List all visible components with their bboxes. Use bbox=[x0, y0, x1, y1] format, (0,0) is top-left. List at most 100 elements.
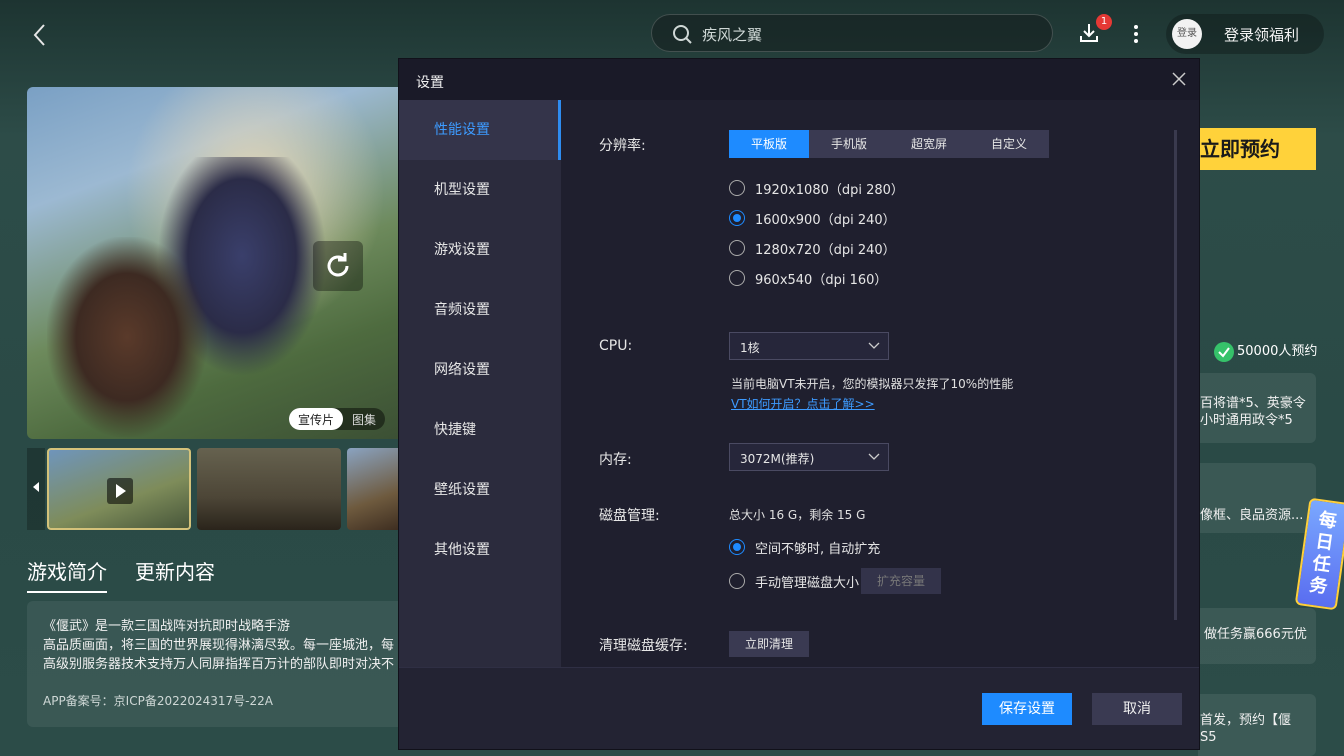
cpu-label: CPU: bbox=[599, 338, 633, 354]
chevron-left-icon bbox=[33, 24, 45, 46]
hero-warrior-figure bbox=[47, 237, 207, 437]
cpu-select-value: 1核 bbox=[740, 341, 760, 355]
reward-card[interactable]: 百将谱*5、英豪令 小时通用政令*5 bbox=[1198, 373, 1316, 443]
disk-option-manual[interactable]: 手动管理磁盘大小 bbox=[729, 572, 860, 591]
radio-button[interactable] bbox=[729, 180, 745, 196]
right-column: 立即预约 50000人预约 百将谱*5、英豪令 小时通用政令*5 像框、良品资源… bbox=[1198, 0, 1344, 756]
settings-content: 分辨率: 平板版 手机版 超宽屏 自定义 1920x1080（dpi 280） … bbox=[561, 100, 1199, 667]
reserve-button[interactable]: 立即预约 bbox=[1198, 128, 1316, 170]
settings-sidebar: 性能设置 机型设置 游戏设置 音频设置 网络设置 快捷键 壁纸设置 其他设置 bbox=[399, 100, 561, 667]
sidebar-item-network[interactable]: 网络设置 bbox=[399, 340, 561, 400]
vt-help-link[interactable]: VT如何开启？点击了解>> bbox=[731, 395, 875, 412]
hero-tab-gallery[interactable]: 图集 bbox=[343, 408, 385, 430]
reward-card[interactable]: 做任务赢666元优 bbox=[1198, 608, 1316, 664]
replay-button[interactable] bbox=[313, 241, 363, 291]
icp-record: APP备案号：京ICP备2022024317号-22A bbox=[43, 694, 273, 708]
download-count-badge: 1 bbox=[1096, 14, 1112, 30]
reserve-count-text: 50000人预约 bbox=[1237, 344, 1318, 359]
tab-custom[interactable]: 自定义 bbox=[969, 130, 1049, 158]
caret-left-icon bbox=[33, 482, 39, 492]
intro-line: 高级别服务器技术支持万人同屏指挥百万计的部队即时对决不 bbox=[43, 657, 395, 672]
sidebar-item-device-model[interactable]: 机型设置 bbox=[399, 160, 561, 220]
intro-tabs: 游戏简介 更新内容 bbox=[27, 556, 215, 593]
disk-option-auto-label: 空间不够时, 自动扩充 bbox=[755, 541, 881, 557]
back-button[interactable] bbox=[26, 20, 56, 50]
reward-card-text: 首发，预约【偃 S5 bbox=[1200, 713, 1292, 745]
memory-select[interactable]: 3072M(推荐) bbox=[729, 443, 889, 471]
sidebar-item-wallpaper[interactable]: 壁纸设置 bbox=[399, 460, 561, 520]
cpu-select[interactable]: 1核 bbox=[729, 332, 889, 360]
tab-update-content[interactable]: 更新内容 bbox=[135, 556, 215, 593]
resolution-option-label: 960x540（dpi 160） bbox=[755, 272, 888, 288]
reward-card-text: 做任务赢666元优 bbox=[1204, 627, 1307, 642]
disk-option-auto[interactable]: 空间不够时, 自动扩充 bbox=[729, 538, 881, 557]
modal-footer: 保存设置 取消 bbox=[399, 667, 1199, 749]
reserve-count: 50000人预约 bbox=[1198, 340, 1317, 362]
resolution-mode-tabs: 平板版 手机版 超宽屏 自定义 bbox=[729, 130, 1049, 158]
cancel-button[interactable]: 取消 bbox=[1092, 693, 1182, 725]
close-button[interactable] bbox=[1167, 67, 1191, 91]
radio-button[interactable] bbox=[729, 573, 745, 589]
chevron-down-icon bbox=[868, 453, 880, 460]
resolution-option[interactable]: 1920x1080（dpi 280） bbox=[729, 179, 904, 198]
more-icon[interactable] bbox=[1128, 22, 1144, 46]
check-icon bbox=[1214, 341, 1234, 362]
memory-select-value: 3072M(推荐) bbox=[740, 452, 815, 466]
resolution-option-label: 1920x1080（dpi 280） bbox=[755, 182, 904, 198]
reward-card-text: 像框、良品资源... bbox=[1200, 508, 1304, 523]
thumbnail-video[interactable] bbox=[47, 448, 191, 530]
disk-info: 总大小 16 G，剩余 15 G bbox=[729, 508, 866, 522]
search-bar[interactable]: 疾风之翼 bbox=[651, 14, 1053, 52]
modal-header: 设置 bbox=[399, 59, 1199, 100]
tab-ultrawide[interactable]: 超宽屏 bbox=[889, 130, 969, 158]
reward-card[interactable]: 首发，预约【偃 S5 bbox=[1198, 694, 1316, 756]
tab-tablet[interactable]: 平板版 bbox=[729, 130, 809, 158]
memory-label: 内存: bbox=[599, 452, 632, 468]
hero-media[interactable]: 宣传片 图集 bbox=[27, 87, 407, 439]
resolution-option-label: 1280x720（dpi 240） bbox=[755, 242, 896, 258]
resolution-label: 分辨率: bbox=[599, 138, 646, 154]
sidebar-item-audio[interactable]: 音频设置 bbox=[399, 280, 561, 340]
replay-icon bbox=[327, 253, 349, 277]
intro-line: 高品质画面，将三国的世界展现得淋漓尽致。每一座城池，每 bbox=[43, 638, 395, 653]
vt-hint: 当前电脑VT未开启，您的模拟器只发挥了10%的性能 bbox=[731, 377, 1014, 391]
reward-card[interactable]: 像框、良品资源... bbox=[1198, 463, 1316, 533]
sidebar-item-game[interactable]: 游戏设置 bbox=[399, 220, 561, 280]
radio-button[interactable] bbox=[729, 270, 745, 286]
play-icon bbox=[107, 478, 133, 504]
thumbnail-strip bbox=[27, 448, 407, 530]
sidebar-item-performance[interactable]: 性能设置 bbox=[399, 100, 561, 160]
radio-button-selected[interactable] bbox=[729, 539, 745, 555]
radio-button[interactable] bbox=[729, 240, 745, 256]
intro-line: 《偃武》是一款三国战阵对抗即时战略手游 bbox=[43, 619, 291, 634]
radio-button-selected[interactable] bbox=[729, 210, 745, 226]
search-text: 疾风之翼 bbox=[702, 26, 763, 44]
thumbnail-prev-button[interactable] bbox=[27, 448, 45, 530]
close-icon bbox=[1172, 72, 1186, 86]
resolution-option-label: 1600x900（dpi 240） bbox=[755, 212, 896, 228]
clean-cache-label: 清理磁盘缓存: bbox=[599, 638, 688, 654]
sidebar-item-other[interactable]: 其他设置 bbox=[399, 520, 561, 580]
hero-tab-video[interactable]: 宣传片 bbox=[289, 408, 344, 430]
thumbnail-image[interactable] bbox=[347, 448, 407, 530]
reward-card-text: 百将谱*5、英豪令 小时通用政令*5 bbox=[1200, 396, 1306, 428]
chevron-down-icon bbox=[868, 342, 880, 349]
search-icon bbox=[673, 25, 692, 44]
resolution-option[interactable]: 1280x720（dpi 240） bbox=[729, 239, 896, 258]
hero-media-tabs: 宣传片 图集 bbox=[289, 408, 386, 430]
tab-phone[interactable]: 手机版 bbox=[809, 130, 889, 158]
resolution-option[interactable]: 1600x900（dpi 240） bbox=[729, 209, 896, 228]
disk-label: 磁盘管理: bbox=[599, 508, 660, 524]
daily-task-text: 每日任务 bbox=[1308, 509, 1339, 598]
settings-modal: 设置 性能设置 机型设置 游戏设置 音频设置 网络设置 快捷键 壁纸设置 其他设… bbox=[399, 59, 1199, 749]
sidebar-item-shortcuts[interactable]: 快捷键 bbox=[399, 400, 561, 460]
save-settings-button[interactable]: 保存设置 bbox=[982, 693, 1072, 725]
thumbnail-image[interactable] bbox=[197, 448, 341, 530]
tab-game-intro[interactable]: 游戏简介 bbox=[27, 556, 107, 593]
disk-option-manual-label: 手动管理磁盘大小 bbox=[755, 575, 860, 591]
clean-now-button[interactable]: 立即清理 bbox=[729, 631, 809, 657]
expand-capacity-button[interactable]: 扩充容量 bbox=[861, 568, 941, 594]
modal-title: 设置 bbox=[416, 75, 444, 91]
content-scrollbar[interactable] bbox=[1174, 130, 1177, 620]
resolution-option[interactable]: 960x540（dpi 160） bbox=[729, 269, 888, 288]
